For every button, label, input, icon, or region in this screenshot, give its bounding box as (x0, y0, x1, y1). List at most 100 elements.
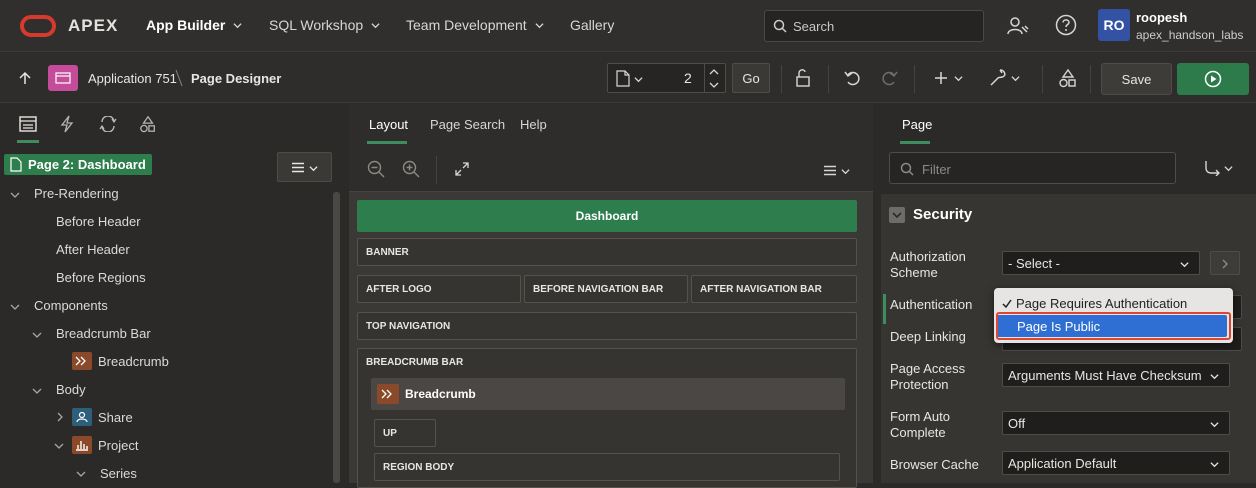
expand-icon[interactable] (455, 162, 469, 176)
run-button[interactable] (1177, 63, 1249, 95)
slot-before-navigation-bar[interactable]: BEFORE NAVIGATION BAR (524, 275, 688, 303)
slot-after-logo[interactable]: AFTER LOGO (357, 275, 521, 303)
oracle-logo-icon[interactable] (20, 15, 56, 37)
increment-icon[interactable] (709, 68, 719, 75)
tab-layout[interactable]: Layout (369, 117, 408, 132)
chevron-down-icon[interactable] (1224, 164, 1233, 173)
chevron-right-icon[interactable] (55, 412, 65, 422)
slot-after-navigation-bar[interactable]: AFTER NAVIGATION BAR (691, 275, 857, 303)
nav-sql-workshop-label: SQL Workshop (269, 17, 364, 33)
page-designer-toolbar: Application 751 Page Designer 2 Go Save (0, 53, 1256, 103)
page-number-value[interactable]: 2 (684, 70, 692, 86)
arrow-up-icon[interactable] (18, 71, 32, 85)
administration-icon[interactable] (1006, 14, 1030, 38)
help-icon[interactable] (1055, 14, 1077, 36)
redo-icon[interactable] (880, 69, 898, 87)
property-filter-input[interactable] (922, 160, 1162, 178)
chevron-down-icon (371, 22, 380, 28)
tree-before-header[interactable]: Before Header (56, 214, 141, 229)
avatar[interactable]: RO (1098, 9, 1130, 41)
tree-breadcrumb-bar[interactable]: Breadcrumb Bar (56, 326, 151, 341)
processing-icon[interactable] (99, 116, 117, 132)
tab-page-search[interactable]: Page Search (430, 117, 505, 132)
authorization-scheme-select[interactable]: - Select - (1002, 251, 1200, 275)
section-security-header[interactable]: Security (889, 206, 972, 223)
menu-icon[interactable] (823, 165, 837, 176)
chevron-down-icon (634, 77, 643, 83)
tree-menu-button[interactable] (277, 152, 332, 182)
tree-before-regions[interactable]: Before Regions (56, 270, 146, 285)
cards-region-icon (72, 408, 92, 426)
authorization-scheme-goto-button[interactable] (1210, 251, 1240, 275)
chevron-down-icon[interactable] (54, 441, 64, 451)
nav-sql-workshop[interactable]: SQL Workshop (269, 17, 380, 33)
shared-components-tab-icon[interactable] (139, 115, 157, 133)
global-search[interactable] (764, 10, 984, 42)
chevron-down-icon[interactable] (76, 469, 86, 479)
save-button[interactable]: Save (1101, 63, 1172, 95)
collapse-icon (889, 206, 905, 223)
tree-series[interactable]: Series (100, 466, 137, 481)
undo-icon[interactable] (844, 69, 862, 87)
breadcrumb-region[interactable]: Breadcrumb (371, 378, 845, 410)
rendering-tab-icon[interactable] (19, 116, 37, 132)
go-to-group-icon[interactable] (1204, 160, 1222, 176)
user-name[interactable]: roopesh (1136, 10, 1187, 25)
slot-region-body[interactable]: REGION BODY (374, 453, 840, 481)
nav-team-development[interactable]: Team Development (406, 17, 544, 33)
unlock-icon[interactable] (794, 68, 812, 88)
wrench-icon[interactable] (988, 68, 1008, 88)
tab-page[interactable]: Page (902, 117, 932, 132)
form-auto-complete-select[interactable]: Off (1002, 411, 1230, 435)
tree-share[interactable]: Share (72, 408, 133, 426)
go-button[interactable]: Go (732, 63, 770, 93)
page-number-selector[interactable]: 2 (607, 63, 726, 93)
tree-breadcrumb-label: Breadcrumb (98, 353, 169, 369)
shared-components-icon[interactable] (1058, 68, 1078, 88)
chevron-down-icon[interactable] (954, 74, 963, 83)
chevron-down-icon[interactable] (841, 167, 850, 176)
dynamic-actions-icon[interactable] (60, 115, 74, 133)
tree-project[interactable]: Project (72, 436, 138, 454)
global-search-input[interactable] (793, 17, 973, 35)
zoom-out-icon[interactable] (367, 160, 385, 178)
add-icon[interactable] (934, 71, 948, 85)
chevron-down-icon[interactable] (10, 302, 20, 312)
slot-banner[interactable]: BANNER (357, 238, 857, 266)
slot-up[interactable]: UP (374, 419, 436, 447)
zoom-in-icon[interactable] (402, 160, 420, 178)
application-icon[interactable] (48, 65, 78, 91)
slot-top-navigation[interactable]: TOP NAVIGATION (357, 312, 857, 340)
tab-help[interactable]: Help (520, 117, 547, 132)
browser-cache-select[interactable]: Application Default (1002, 451, 1230, 475)
nav-gallery[interactable]: Gallery (570, 17, 614, 33)
property-filter[interactable] (889, 152, 1176, 184)
chevron-down-icon[interactable] (10, 190, 20, 200)
page-icon (616, 70, 630, 87)
page-title-bar[interactable]: Dashboard (357, 200, 857, 232)
layout-toolbar (349, 146, 873, 192)
chevron-down-icon[interactable] (32, 330, 42, 340)
page-icon (10, 157, 22, 172)
tree-project-label: Project (98, 437, 139, 453)
page-access-protection-select[interactable]: Arguments Must Have Checksum (1002, 363, 1230, 387)
workspace-name[interactable]: apex_handson_labs (1136, 28, 1243, 42)
tree-breadcrumb[interactable]: Breadcrumb (72, 352, 169, 370)
tree-page-node[interactable]: Page 2: Dashboard (4, 154, 152, 175)
decrement-icon[interactable] (709, 82, 719, 89)
chevron-down-icon (1210, 374, 1219, 380)
tree-components[interactable]: Components (34, 298, 108, 313)
tree-pre-rendering[interactable]: Pre-Rendering (34, 186, 119, 201)
chevron-down-icon[interactable] (32, 386, 42, 396)
tree-body[interactable]: Body (56, 382, 86, 397)
breadcrumb-application[interactable]: Application 751 (88, 71, 177, 86)
tree-after-header[interactable]: After Header (56, 242, 130, 257)
chart-region-icon (72, 436, 92, 454)
option-page-requires-authentication[interactable]: Page Requires Authentication (1002, 296, 1187, 311)
apex-logo-text[interactable]: APEX (68, 16, 118, 36)
tree-scrollbar[interactable] (333, 192, 340, 483)
breadcrumb-region-icon (72, 352, 92, 370)
nav-app-builder[interactable]: App Builder (146, 17, 242, 33)
chevron-down-icon (233, 22, 242, 28)
chevron-down-icon[interactable] (1011, 74, 1020, 83)
